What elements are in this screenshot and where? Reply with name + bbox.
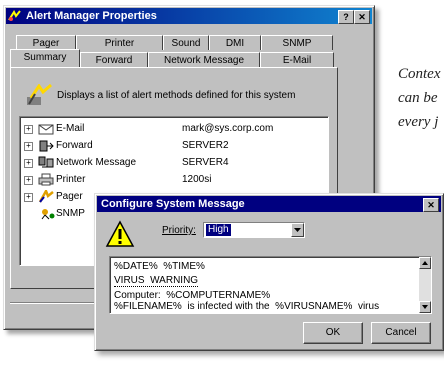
summary-description: Displays a list of alert methods defined… bbox=[57, 90, 296, 101]
dialog-title: Configure System Message bbox=[101, 198, 245, 210]
email-icon bbox=[38, 122, 54, 135]
tab-snmp[interactable]: SNMP bbox=[261, 35, 333, 50]
scroll-up-icon[interactable] bbox=[419, 257, 431, 269]
list-item[interactable]: + Forward SERVER2 bbox=[20, 138, 325, 154]
message-line: %FILENAME% is infected with the %VIRUSNA… bbox=[114, 301, 380, 312]
side-caption-line-2: can be bbox=[398, 90, 438, 106]
expand-icon[interactable]: + bbox=[24, 159, 33, 168]
warning-icon bbox=[105, 220, 135, 248]
priority-label: Priority: bbox=[162, 225, 196, 236]
alert-manager-titlebar[interactable]: Alert Manager Properties ? ✕ bbox=[6, 8, 372, 24]
pager-icon bbox=[38, 188, 54, 203]
ok-button[interactable]: OK bbox=[303, 322, 363, 344]
list-item-label: Forward bbox=[56, 140, 93, 151]
chevron-down-icon[interactable] bbox=[291, 223, 304, 237]
tab-network-message[interactable]: Network Message bbox=[148, 52, 260, 67]
list-item[interactable]: + Printer 1200si bbox=[20, 172, 325, 188]
tab-email[interactable]: E-Mail bbox=[260, 52, 334, 67]
message-scrollbar[interactable] bbox=[419, 257, 431, 313]
list-item-label: SNMP bbox=[56, 208, 85, 219]
message-line: %DATE% %TIME% bbox=[114, 261, 205, 272]
close-button[interactable]: ✕ bbox=[354, 10, 370, 24]
side-caption-line-1: Contex bbox=[398, 66, 441, 82]
expand-icon[interactable]: + bbox=[24, 176, 33, 185]
list-item-label: Network Message bbox=[56, 157, 137, 168]
list-item[interactable]: + Network Message SERVER4 bbox=[20, 155, 325, 171]
tab-sound[interactable]: Sound bbox=[163, 35, 209, 50]
list-item-label: E-Mail bbox=[56, 123, 85, 134]
forward-icon bbox=[38, 139, 54, 152]
expand-icon[interactable]: + bbox=[24, 142, 33, 151]
app-icon bbox=[8, 9, 22, 22]
tab-forward[interactable]: Forward bbox=[80, 52, 148, 67]
alert-manager-title: Alert Manager Properties bbox=[26, 10, 157, 22]
tab-pager[interactable]: Pager bbox=[16, 35, 76, 50]
priority-selected-value: High bbox=[206, 224, 231, 236]
expand-icon[interactable]: + bbox=[24, 193, 33, 202]
list-item[interactable]: + E-Mail mark@sys.corp.com bbox=[20, 121, 325, 137]
snmp-icon bbox=[40, 207, 56, 220]
dialog-titlebar[interactable]: Configure System Message ✕ bbox=[97, 196, 441, 212]
expand-icon[interactable]: + bbox=[24, 125, 33, 134]
scroll-down-icon[interactable] bbox=[419, 301, 431, 313]
list-item-value: mark@sys.corp.com bbox=[182, 123, 274, 134]
priority-select[interactable]: High bbox=[203, 222, 305, 238]
network-icon bbox=[38, 156, 54, 169]
message-line: Computer: %COMPUTERNAME% bbox=[114, 290, 271, 301]
message-line: VIRUS WARNING bbox=[114, 275, 199, 287]
list-item-label: Printer bbox=[56, 174, 86, 185]
cancel-button[interactable]: Cancel bbox=[371, 322, 431, 344]
message-textarea[interactable]: %DATE% %TIME% VIRUS WARNING Computer: %C… bbox=[109, 256, 432, 314]
tab-dmi[interactable]: DMI bbox=[209, 35, 261, 50]
printer-icon bbox=[38, 173, 54, 186]
list-item-value: SERVER4 bbox=[182, 157, 229, 168]
list-item-label: Pager bbox=[56, 191, 83, 202]
tab-summary[interactable]: Summary bbox=[10, 49, 80, 67]
tab-printer[interactable]: Printer bbox=[76, 35, 163, 50]
dialog-close-button[interactable]: ✕ bbox=[423, 198, 439, 212]
list-item-value: 1200si bbox=[182, 174, 212, 185]
help-button[interactable]: ? bbox=[338, 10, 354, 24]
configure-system-message-dialog: Configure System Message ✕ Priority: Hig… bbox=[94, 193, 444, 351]
side-caption-line-3: every j bbox=[398, 114, 439, 130]
alert-methods-icon bbox=[25, 83, 53, 106]
list-item-value: SERVER2 bbox=[182, 140, 229, 151]
